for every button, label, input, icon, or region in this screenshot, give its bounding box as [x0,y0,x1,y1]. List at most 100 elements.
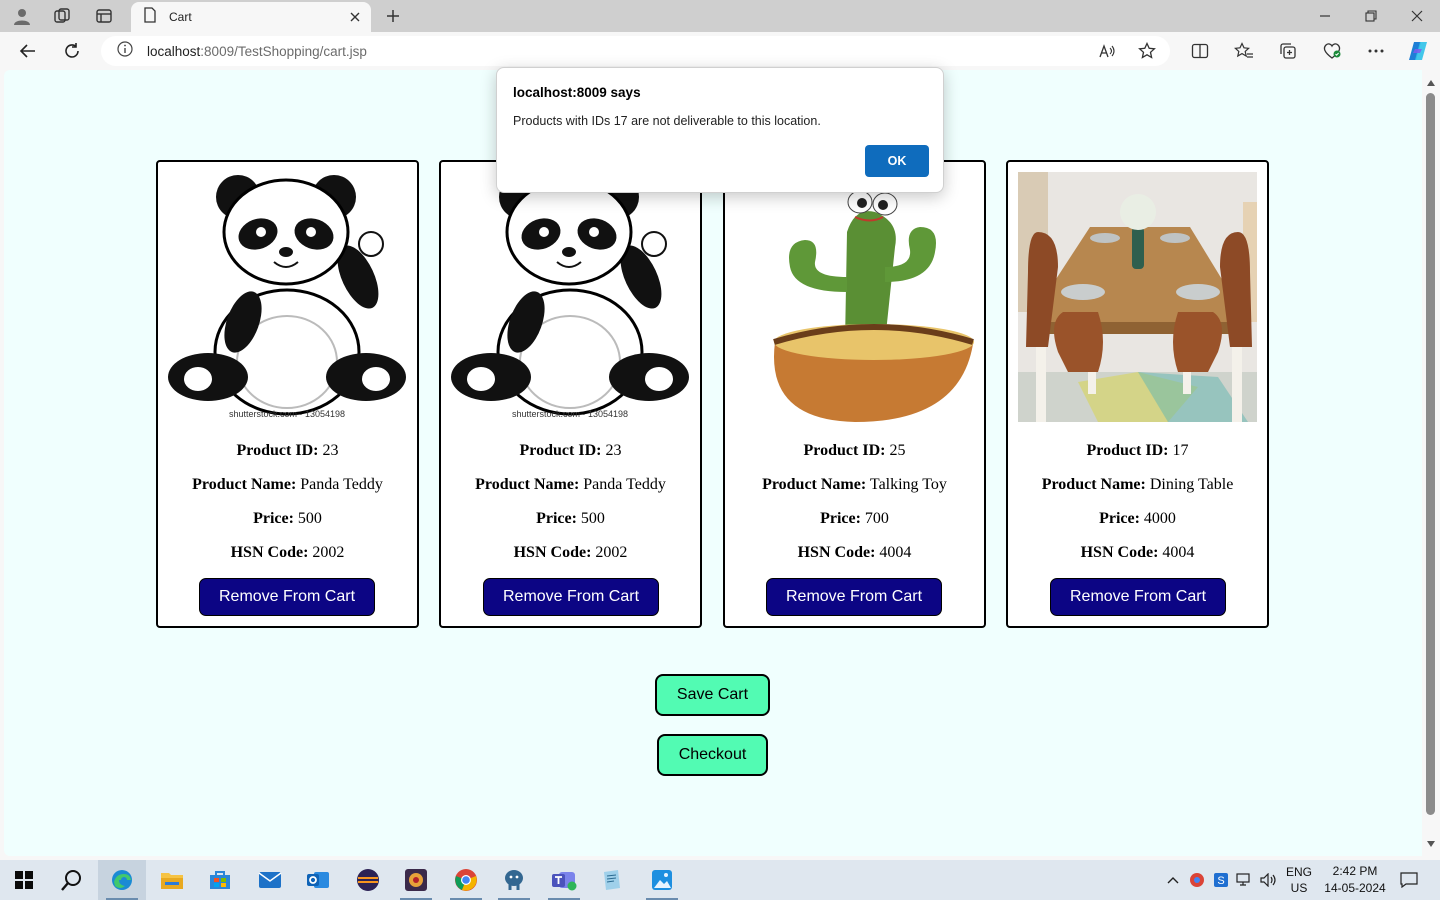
volume-icon[interactable] [1258,860,1280,900]
site-info-icon[interactable] [117,40,133,62]
product-price-value: 4000 [1143,510,1176,527]
close-window-icon[interactable] [1394,0,1440,32]
product-price: Price: 4000 [1008,510,1267,528]
product-price: Price: 500 [441,510,700,528]
product-hsn-label: HSN Code: [513,544,592,561]
product-card: shutterstock.com · 13054198 Product ID: … [156,160,419,628]
remove-from-cart-button[interactable]: Remove From Cart [199,578,375,616]
windows-start-icon[interactable] [0,860,48,900]
outlook-icon[interactable] [294,860,342,900]
restore-icon[interactable] [1348,0,1394,32]
language-indicator[interactable]: ENG [1282,865,1316,879]
show-hidden-icons-icon[interactable] [1162,860,1184,900]
chrome-tray-icon[interactable] [1186,860,1208,900]
product-id-label: Product ID: [803,442,886,459]
product-name: Product Name: Talking Toy [725,476,984,494]
product-id-label: Product ID: [236,442,319,459]
product-card: Product ID: 25 Product Name: Talking Toy… [723,160,986,628]
tab-cart[interactable]: Cart [131,2,371,32]
dialog-ok-button[interactable]: OK [865,145,929,177]
remove-from-cart-button[interactable]: Remove From Cart [1050,578,1226,616]
clock-time[interactable]: 2:42 PM [1318,864,1392,878]
save-cart-button[interactable]: Save Cart [655,674,770,716]
read-aloud-icon[interactable] [1094,38,1120,64]
product-hsn-value: 2002 [595,544,628,561]
scrollbar-thumb[interactable] [1426,93,1435,815]
region-indicator[interactable]: US [1282,881,1316,895]
product-hsn: HSN Code: 4004 [725,544,984,562]
product-hsn-value: 4004 [1162,544,1195,561]
notepad-icon[interactable] [588,860,636,900]
url-field[interactable]: localhost:8009/TestShopping/cart.jsp [101,36,1170,66]
product-id-label: Product ID: [1086,442,1169,459]
postgresql-icon[interactable] [490,860,538,900]
remove-from-cart-button[interactable]: Remove From Cart [766,578,942,616]
product-name: Product Name: Panda Teddy [441,476,700,494]
product-name-label: Product Name: [192,476,297,493]
product-hsn: HSN Code: 2002 [158,544,417,562]
product-name-label: Product Name: [1041,476,1146,493]
copilot-icon[interactable] [1404,38,1432,64]
tab-bar: Cart [0,0,1440,32]
product-price: Price: 500 [158,510,417,528]
product-hsn-value: 4004 [879,544,912,561]
scroll-up-icon[interactable] [1426,78,1436,88]
panda-image: shutterstock.com · 13054198 [168,172,407,422]
store-icon[interactable] [196,860,244,900]
back-icon[interactable] [14,38,42,64]
product-hsn-label: HSN Code: [797,544,876,561]
product-price: Price: 700 [725,510,984,528]
notifications-icon[interactable] [1396,860,1422,900]
product-hsn: HSN Code: 4004 [1008,544,1267,562]
minimize-icon[interactable] [1302,0,1348,32]
profile-icon[interactable] [8,4,36,28]
product-id: Product ID: 23 [441,442,700,460]
product-name-value: Talking Toy [869,476,947,493]
photos-icon[interactable] [638,860,686,900]
product-id-label: Product ID: [519,442,602,459]
cactus-toy-image [735,172,974,422]
remove-from-cart-button[interactable]: Remove From Cart [483,578,659,616]
refresh-icon[interactable] [58,38,86,64]
product-name-label: Product Name: [475,476,580,493]
workspaces-icon[interactable] [48,4,76,28]
vertical-scrollbar[interactable] [1422,70,1440,860]
taskbar: S ENG US 2:42 PM 14-05-2024 [0,860,1440,900]
alert-dialog: localhost:8009 says Products with IDs 17… [496,67,944,193]
scroll-down-icon[interactable] [1426,839,1436,849]
edge-taskbar-icon[interactable] [98,860,146,900]
dialog-message: Products with IDs 17 are not deliverable… [513,114,821,128]
product-name: Product Name: Dining Table [1008,476,1267,494]
favorite-star-icon[interactable] [1134,38,1160,64]
checkout-button[interactable]: Checkout [657,734,768,776]
product-card: Product ID: 17 Product Name: Dining Tabl… [1006,160,1269,628]
svg-text:S: S [1217,875,1224,887]
teams-icon[interactable] [540,860,588,900]
eclipse-icon[interactable] [344,860,392,900]
close-tab-icon[interactable] [343,5,367,29]
clock-date[interactable]: 14-05-2024 [1318,881,1392,895]
chrome-icon[interactable] [442,860,490,900]
search-icon[interactable] [48,860,96,900]
collections-icon[interactable] [1274,38,1302,64]
product-hsn: HSN Code: 2002 [441,544,700,562]
browser-essentials-icon[interactable] [1318,38,1346,64]
vertical-tabs-icon[interactable] [90,4,118,28]
favorites-icon[interactable] [1230,38,1258,64]
product-price-label: Price: [1099,510,1140,527]
product-name: Product Name: Panda Teddy [158,476,417,494]
split-screen-icon[interactable] [1186,38,1214,64]
file-explorer-icon[interactable] [148,860,196,900]
more-options-icon[interactable] [1362,38,1390,64]
page-icon [143,6,157,28]
product-price-label: Price: [536,510,577,527]
new-tab-icon[interactable] [380,4,406,28]
product-price-value: 700 [864,510,889,527]
mail-icon[interactable] [246,860,294,900]
url-host: localhost [147,43,201,59]
product-price-label: Price: [253,510,294,527]
game-app-icon[interactable] [392,860,440,900]
s-app-tray-icon[interactable]: S [1210,860,1232,900]
panda-image: shutterstock.com · 13054198 [451,172,690,422]
network-icon[interactable] [1234,860,1256,900]
